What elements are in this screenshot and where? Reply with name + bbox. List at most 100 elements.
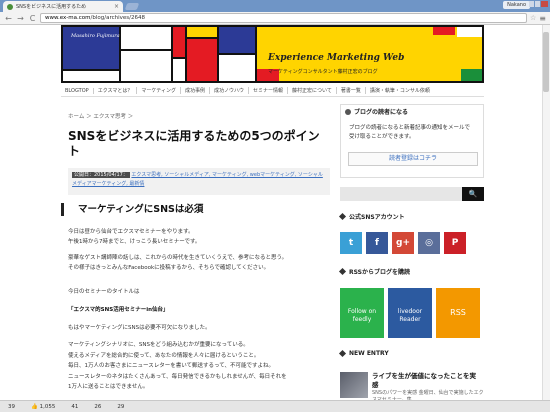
article-title: SNSをビジネスに活用するための5つのポイント [68, 129, 320, 158]
header-block [187, 39, 217, 81]
publish-date: 公開日：2015/04/17： [72, 172, 130, 178]
text-line: もはやマーケティングにSNSは必要不可欠になりました。 [68, 325, 211, 331]
new-entry-title: NEW ENTRY [349, 350, 389, 357]
paragraph: もはやマーケティングにSNSは必要不可欠になりました。 [68, 323, 330, 333]
header-signature: Masahiro Fujimura [71, 33, 120, 39]
nav-item-seminar[interactable]: セミナー情報 [249, 87, 289, 94]
browser-menu-icon[interactable]: ≡ [539, 14, 546, 23]
site-favicon-icon [7, 3, 13, 10]
rss-section-title: RSSからブログを購読 [349, 269, 410, 276]
url-host: www.ex-ma.com [45, 15, 91, 21]
nav-item-profile[interactable]: 藤村正宏について [288, 87, 337, 94]
header-block [187, 27, 217, 37]
header-block [457, 27, 482, 37]
text-line: その様子はきっとみんなFacebookに投稿するから、そちらで確認してください。 [68, 265, 270, 271]
article-meta: 公開日：2015/04/17： エクスマ思考, ソーシャルメディア, マーケティ… [68, 168, 330, 195]
feed-links: Follow on feedly livedoor Reader RSS [340, 288, 484, 338]
breadcrumb[interactable]: ホーム ＞ エクスマ思考 ＞ [68, 112, 133, 120]
reload-button[interactable]: C [28, 14, 37, 23]
entry-thumbnail [340, 372, 368, 398]
forward-button[interactable]: → [16, 14, 25, 23]
header-block [173, 27, 185, 57]
back-button[interactable]: ← [4, 14, 13, 23]
nav-item-marketing[interactable]: マーケティング [137, 87, 181, 94]
address-bar[interactable]: www.ex-ma.com/blog/archives/2648 [40, 13, 528, 23]
rss-section-heading: RSSからブログを購読 [338, 267, 410, 276]
header-block [173, 59, 185, 81]
nav-item-requests[interactable]: 講演・執筆・コンサル依頼 [366, 87, 434, 94]
header-block [433, 27, 455, 35]
text-line: マーケティングシナリオに、SNSをどう組み込むかが重要になっている。 [68, 342, 249, 348]
subscribe-button[interactable]: 読者登録はコチラ [348, 152, 478, 166]
text-line: 今日のセミナーのタイトルは [68, 289, 140, 295]
seminar-title: 「エクスマ的SNS活用セミナーin仙台」 [68, 307, 169, 313]
section-heading: マーケティングにSNSは必須 [61, 203, 203, 216]
google-plus-icon[interactable]: g+ [392, 232, 414, 254]
header-block [219, 27, 255, 53]
text-line: 豪華なゲスト講師陣の話しは、これからの時代を生きていくうえで、参考になると思う。 [68, 255, 288, 261]
bullet-icon [338, 349, 347, 358]
new-entry-item[interactable]: ライブを生が価値になったことを実感 SNSのパワーを実感 金曜日、仙台で実施した… [340, 372, 484, 403]
tab-close-icon[interactable]: × [114, 3, 119, 10]
nav-item-books[interactable]: 著書一覧 [337, 87, 366, 94]
profile-button[interactable]: Nakano [503, 1, 530, 9]
rss-button[interactable]: RSS [436, 288, 480, 338]
share-count-facebook[interactable]: 👍 1,055 [23, 404, 63, 410]
share-bar: 39 👍 1,055 41 26 29 [0, 400, 550, 412]
share-count-twitter[interactable]: 41 [63, 404, 86, 410]
header-block [461, 69, 482, 81]
nav-item-about-exma[interactable]: エクスマとは？ [94, 87, 138, 94]
reader-widget-text: ブログの読者になると新着記事の通知をメールで受け取ることができます。 [349, 125, 471, 140]
browser-tab[interactable]: SNSをビジネスに活用するため × [3, 1, 123, 12]
share-count-hatena[interactable]: 39 [0, 404, 23, 410]
text-line: 使えるメディアを総合的に使って、あなたの情報を人々に届けるということ。 [68, 352, 260, 359]
bookmark-star-icon[interactable]: ☆ [530, 14, 536, 22]
pinterest-icon[interactable]: P [444, 232, 466, 254]
reader-widget-title: ブログの読者になる [354, 109, 409, 116]
close-window-button[interactable] [541, 1, 548, 7]
share-count-pocket[interactable]: 29 [109, 404, 132, 410]
livedoor-reader-button[interactable]: livedoor Reader [388, 288, 432, 338]
twitter-icon[interactable]: t [340, 232, 362, 254]
entry-text: ライブを生が価値になったことを実感 SNSのパワーを実感 金曜日、仙台で実施した… [372, 372, 484, 403]
reader-icon [345, 108, 351, 115]
nav-item-case-studies[interactable]: 成功事例 [181, 87, 211, 94]
instagram-icon[interactable]: ◎ [418, 232, 440, 254]
paragraph: マーケティングシナリオに、SNSをどう組み込むかが重要になっている。 使えるメデ… [68, 340, 330, 393]
sns-section-heading: 公式SNSアカウント [338, 212, 405, 221]
browser-toolbar: ← → C www.ex-ma.com/blog/archives/2648 ☆… [0, 12, 550, 25]
reader-widget-header: ブログの読者になる [341, 105, 483, 118]
share-count-google[interactable]: 26 [86, 404, 109, 410]
entry-title[interactable]: ライブを生が価値になったことを実感 [372, 372, 482, 390]
bullet-icon [338, 267, 347, 276]
minimize-button[interactable] [529, 1, 534, 7]
paragraph: 今日は昼から仙台でエクスマセミナーをやります。 午後1時から7時までと、けっこう… [68, 227, 330, 247]
window-controls [529, 1, 548, 7]
tab-title: SNSをビジネスに活用するため [16, 4, 87, 10]
maximize-button[interactable] [535, 1, 540, 7]
url-path: /blog/archives/2648 [90, 15, 145, 21]
facebook-icon[interactable]: f [366, 232, 388, 254]
paragraph: 豪華なゲスト講師陣の話しは、これからの時代を生きていくうえで、参考になると思う。… [68, 253, 330, 273]
header-block [121, 27, 171, 49]
scrollbar-thumb[interactable] [543, 32, 549, 92]
header-block [219, 55, 255, 81]
sns-section-title: 公式SNSアカウント [349, 214, 405, 221]
text-line: 1万人に送ることはできません。 [68, 384, 149, 390]
social-links: t f g+ ◎ P [340, 232, 484, 254]
nav-item-knowhow[interactable]: 成功ノウハウ [210, 87, 250, 94]
text-line: ニュースレターのネタはたくさんあって、毎日発信できるかもしれませんが、毎日それを [68, 373, 287, 380]
text-line: 午後1時から7時までと、けっこう長いセミナーです。 [68, 239, 201, 245]
nav-item-blogtop[interactable]: BLOGTOP [61, 87, 94, 94]
bullet-icon [338, 212, 347, 221]
text-line: 今日は昼から仙台でエクスマセミナーをやります。 [68, 229, 194, 235]
feedly-button[interactable]: Follow on feedly [340, 288, 384, 338]
new-entry-heading: NEW ENTRY [338, 349, 389, 358]
header-block [121, 51, 171, 81]
text-line: 毎日、1万人のお客さまにニュースレターを書いて郵送するって、不可能ですよね。 [68, 363, 275, 369]
paragraph: 今日のセミナーのタイトルは [68, 287, 330, 297]
reader-widget: ブログの読者になる ブログの読者になると新着記事の通知をメールで受け取ることがで… [340, 104, 484, 178]
site-title[interactable]: Experience Marketing Web [268, 53, 404, 63]
search-icon[interactable]: 🔍 [462, 187, 484, 201]
global-nav: BLOGTOP エクスマとは？ マーケティング 成功事例 成功ノウハウ セミナー… [61, 85, 484, 97]
